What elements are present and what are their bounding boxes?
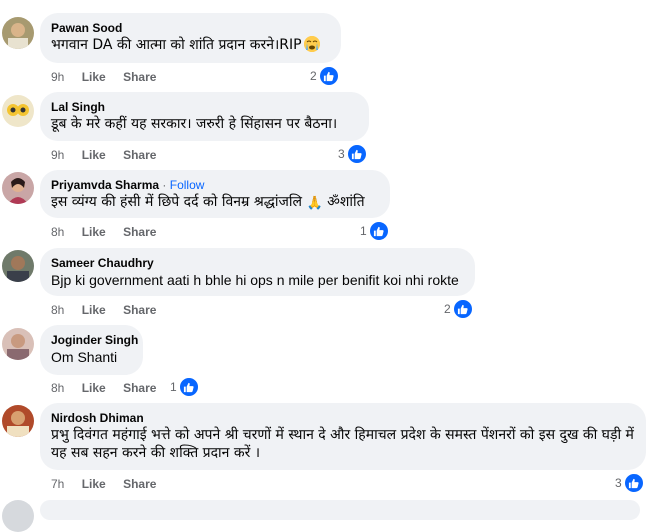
comment-actions: 9h Like Share (51, 70, 170, 84)
thumbs-up-icon (318, 66, 339, 86)
avatar[interactable] (2, 95, 34, 127)
thumbs-up-icon (623, 473, 644, 493)
comment-time[interactable]: 8h (51, 225, 64, 239)
comment-time[interactable]: 9h (51, 70, 64, 84)
comment-bubble: Sameer Chaudhry Bjp ki government aati h… (40, 248, 475, 296)
comment-text: Om Shanti (51, 349, 118, 365)
reaction-count[interactable]: 1 (170, 377, 199, 397)
avatar[interactable] (2, 405, 34, 437)
comment-actions: 7h Like Share (51, 477, 170, 491)
comment-text: प्रभु दिवंगत महंगाई भत्ते को अपने श्री च… (51, 427, 634, 461)
commenter-name[interactable]: Pawan Sood (51, 21, 329, 35)
thumbs-up-icon (346, 144, 367, 164)
reaction-count[interactable]: 3 (338, 144, 367, 164)
comment-bubble: Nirdosh Dhiman प्रभु दिवंगत महंगाई भत्ते… (40, 403, 646, 470)
comment-text: Bjp ki government aati h bhle hi ops n m… (51, 272, 459, 288)
share-button[interactable]: Share (123, 148, 156, 162)
reaction-count[interactable]: 2 (444, 299, 473, 319)
comment-bubble: Priyamvda Sharma · Follow इस व्यंग्य की … (40, 170, 390, 218)
follow-button[interactable]: Follow (170, 178, 205, 192)
reaction-count[interactable]: 3 (615, 473, 644, 493)
comment-bubble: Lal Singh डूब के मरे कहीं यह सरकार। जरुर… (40, 92, 369, 141)
commenter-name[interactable]: Joginder Singh (51, 333, 138, 347)
comment-text: डूब के मरे कहीं यह सरकार। जरुरी हे सिंहा… (51, 116, 338, 132)
comment-bubble: Pawan Sood भगवान DA की आत्मा को शांति प्… (40, 13, 341, 63)
like-button[interactable]: Like (82, 477, 106, 491)
comment-actions: 8h Like Share (51, 381, 170, 395)
commenter-name[interactable]: Lal Singh (51, 100, 357, 114)
comment-actions: 8h Like Share (51, 225, 170, 239)
thumbs-up-icon (368, 221, 389, 241)
commenter-name: Priyamvda Sharma · Follow (51, 178, 378, 192)
comment-text: भगवान DA की आत्मा को शांति प्रदान करने।R… (51, 36, 329, 54)
next-comment-bubble (40, 500, 640, 520)
commenter-name-link[interactable]: Priyamvda Sharma (51, 178, 159, 192)
comment-actions: 9h Like Share (51, 148, 170, 162)
commenter-name[interactable]: Sameer Chaudhry (51, 256, 463, 270)
like-button[interactable]: Like (82, 381, 106, 395)
reaction-count[interactable]: 1 (360, 221, 389, 241)
avatar[interactable] (2, 250, 34, 282)
comment-text: इस व्यंग्य की हंसी में छिपे दर्द को विनम… (51, 194, 365, 211)
next-comment-avatar (2, 500, 34, 532)
like-button[interactable]: Like (82, 70, 106, 84)
like-button[interactable]: Like (82, 148, 106, 162)
thumbs-up-icon (452, 299, 473, 319)
share-button[interactable]: Share (123, 303, 156, 317)
thumbs-up-icon (178, 377, 199, 397)
avatar[interactable] (2, 172, 34, 204)
comment-time[interactable]: 8h (51, 381, 64, 395)
share-button[interactable]: Share (123, 70, 156, 84)
comment-bubble: Joginder Singh Om Shanti (40, 325, 143, 375)
avatar[interactable] (2, 328, 34, 360)
share-button[interactable]: Share (123, 225, 156, 239)
crying-face-icon (303, 36, 320, 52)
comment-time[interactable]: 9h (51, 148, 64, 162)
avatar[interactable] (2, 17, 34, 49)
comment-time[interactable]: 8h (51, 303, 64, 317)
like-button[interactable]: Like (82, 225, 106, 239)
comment-actions: 8h Like Share (51, 303, 170, 317)
share-button[interactable]: Share (123, 477, 156, 491)
separator-dot: · (162, 178, 167, 192)
share-button[interactable]: Share (123, 381, 156, 395)
folded-hands-icon: 🙏 (306, 196, 323, 211)
reaction-count[interactable]: 2 (310, 66, 339, 86)
like-button[interactable]: Like (82, 303, 106, 317)
comment-time[interactable]: 7h (51, 477, 64, 491)
commenter-name[interactable]: Nirdosh Dhiman (51, 411, 634, 425)
